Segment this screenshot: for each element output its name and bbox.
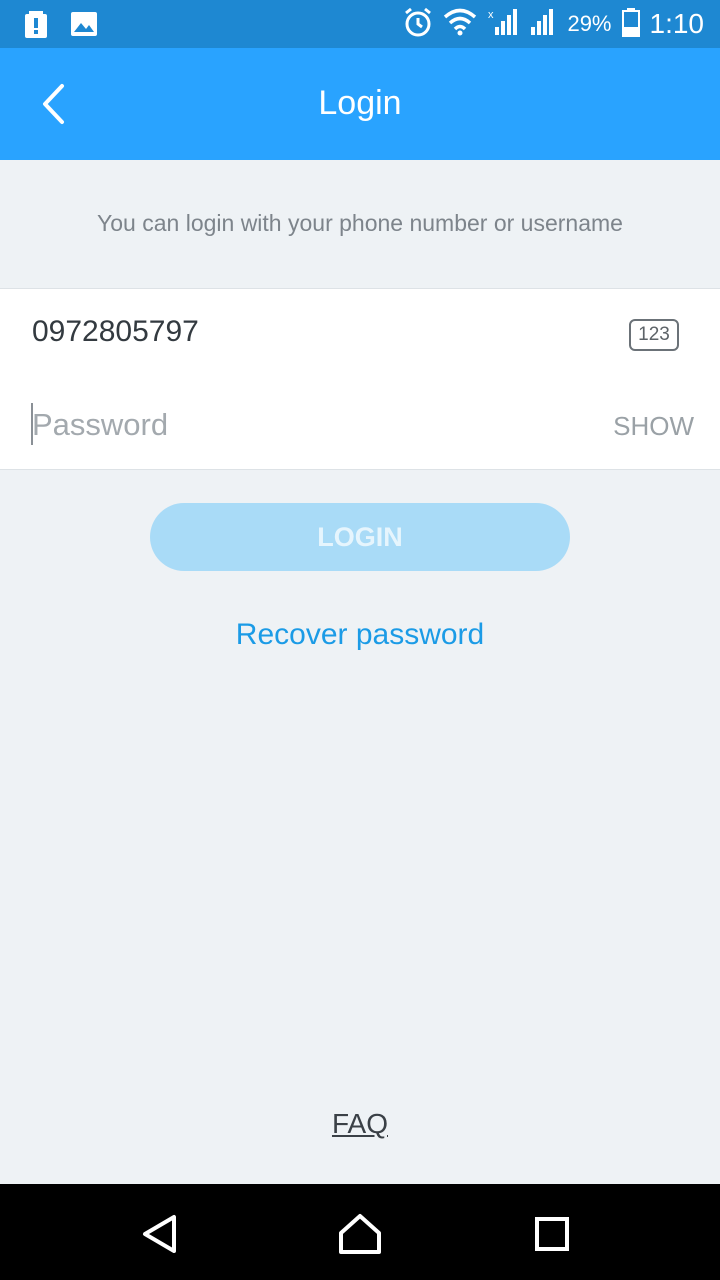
phone-value[interactable]: 0972805797 (32, 315, 199, 349)
wifi-icon (443, 8, 477, 41)
login-hint: You can login with your phone number or … (97, 210, 623, 236)
alarm-icon (403, 7, 433, 42)
page-title: Login (318, 84, 402, 122)
clock: 1:10 (649, 8, 705, 39)
nav-home-button[interactable] (330, 1204, 390, 1264)
show-password-toggle[interactable]: SHOW (613, 411, 694, 442)
battery-percent: 29% (567, 11, 612, 36)
numeric-keyboard-toggle[interactable]: 123 (629, 319, 679, 351)
image-icon (70, 10, 98, 43)
login-button[interactable]: LOGIN (150, 503, 570, 571)
nav-back-button[interactable] (130, 1204, 190, 1264)
battery-alert-icon (24, 10, 48, 43)
svg-text:x: x (488, 9, 494, 21)
navigation-bar (0, 1184, 720, 1280)
square-recents-icon (535, 1217, 569, 1251)
password-field[interactable]: Password SHOW (0, 379, 720, 470)
password-placeholder[interactable]: Password (32, 407, 168, 443)
triangle-back-icon (143, 1215, 176, 1253)
app-bar: Login (0, 48, 720, 160)
battery-icon (621, 7, 640, 42)
status-bar: x 29% 1:10 (0, 0, 720, 48)
cell-signal-icon (527, 7, 557, 42)
recover-password-link[interactable]: Recover password (0, 618, 720, 652)
home-icon (339, 1214, 381, 1254)
cell-signal-icon: x (487, 7, 518, 42)
phone-field[interactable]: 0972805797 123 (0, 288, 720, 380)
nav-recents-button[interactable] (522, 1204, 582, 1264)
faq-link[interactable]: FAQ (0, 1108, 720, 1140)
